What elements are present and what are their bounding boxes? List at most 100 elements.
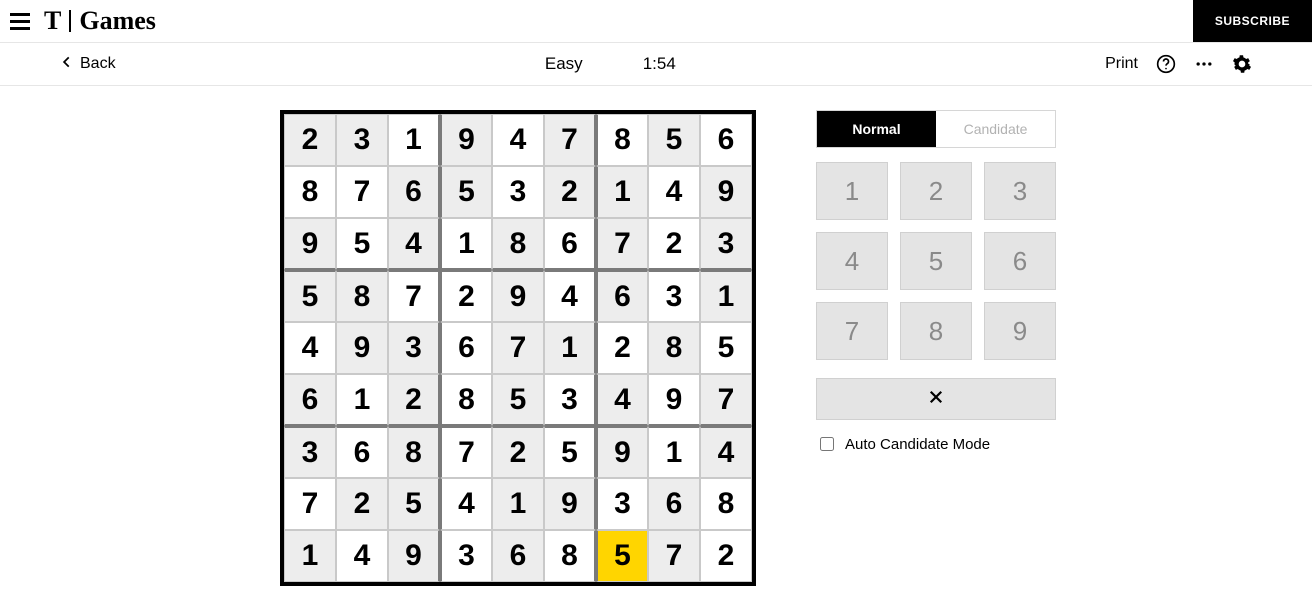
cell-r5-c1[interactable]: 1	[336, 374, 388, 426]
cell-r6-c7[interactable]: 1	[648, 426, 700, 478]
cell-r7-c0[interactable]: 7	[284, 478, 336, 530]
auto-candidate-checkbox[interactable]	[820, 437, 834, 451]
cell-r1-c6[interactable]: 1	[596, 166, 648, 218]
auto-candidate-row[interactable]: Auto Candidate Mode	[816, 434, 1056, 454]
key-8[interactable]: 8	[900, 302, 972, 360]
key-6[interactable]: 6	[984, 232, 1056, 290]
cell-r6-c6[interactable]: 9	[596, 426, 648, 478]
cell-r1-c3[interactable]: 5	[440, 166, 492, 218]
cell-r2-c4[interactable]: 8	[492, 218, 544, 270]
cell-r8-c3[interactable]: 3	[440, 530, 492, 582]
key-9[interactable]: 9	[984, 302, 1056, 360]
cell-r2-c3[interactable]: 1	[440, 218, 492, 270]
cell-r3-c3[interactable]: 2	[440, 270, 492, 322]
cell-r6-c8[interactable]: 4	[700, 426, 752, 478]
key-7[interactable]: 7	[816, 302, 888, 360]
key-clear[interactable]	[816, 378, 1056, 420]
subscribe-button[interactable]: SUBSCRIBE	[1193, 0, 1312, 42]
cell-r7-c6[interactable]: 3	[596, 478, 648, 530]
cell-r4-c7[interactable]: 8	[648, 322, 700, 374]
key-3[interactable]: 3	[984, 162, 1056, 220]
cell-r4-c0[interactable]: 4	[284, 322, 336, 374]
cell-r8-c4[interactable]: 6	[492, 530, 544, 582]
cell-r1-c7[interactable]: 4	[648, 166, 700, 218]
cell-r3-c8[interactable]: 1	[700, 270, 752, 322]
cell-r0-c3[interactable]: 9	[440, 114, 492, 166]
cell-r4-c8[interactable]: 5	[700, 322, 752, 374]
cell-r4-c2[interactable]: 3	[388, 322, 440, 374]
cell-r0-c6[interactable]: 8	[596, 114, 648, 166]
cell-r2-c0[interactable]: 9	[284, 218, 336, 270]
cell-r4-c3[interactable]: 6	[440, 322, 492, 374]
key-5[interactable]: 5	[900, 232, 972, 290]
cell-r3-c7[interactable]: 3	[648, 270, 700, 322]
cell-r4-c6[interactable]: 2	[596, 322, 648, 374]
tab-candidate[interactable]: Candidate	[936, 111, 1055, 147]
cell-r2-c6[interactable]: 7	[596, 218, 648, 270]
cell-r2-c5[interactable]: 6	[544, 218, 596, 270]
cell-r6-c1[interactable]: 6	[336, 426, 388, 478]
cell-r5-c2[interactable]: 2	[388, 374, 440, 426]
cell-r3-c0[interactable]: 5	[284, 270, 336, 322]
cell-r8-c0[interactable]: 1	[284, 530, 336, 582]
cell-r1-c4[interactable]: 3	[492, 166, 544, 218]
tab-normal[interactable]: Normal	[817, 111, 936, 147]
cell-r7-c2[interactable]: 5	[388, 478, 440, 530]
cell-r1-c1[interactable]: 7	[336, 166, 388, 218]
menu-icon[interactable]	[6, 9, 34, 34]
cell-r8-c7[interactable]: 7	[648, 530, 700, 582]
cell-r8-c1[interactable]: 4	[336, 530, 388, 582]
cell-r4-c4[interactable]: 7	[492, 322, 544, 374]
cell-r7-c3[interactable]: 4	[440, 478, 492, 530]
cell-r5-c5[interactable]: 3	[544, 374, 596, 426]
cell-r6-c0[interactable]: 3	[284, 426, 336, 478]
cell-r7-c1[interactable]: 2	[336, 478, 388, 530]
back-button[interactable]: Back	[60, 55, 116, 74]
cell-r8-c5[interactable]: 8	[544, 530, 596, 582]
cell-r0-c7[interactable]: 5	[648, 114, 700, 166]
cell-r6-c4[interactable]: 2	[492, 426, 544, 478]
cell-r6-c5[interactable]: 5	[544, 426, 596, 478]
cell-r7-c7[interactable]: 6	[648, 478, 700, 530]
cell-r2-c2[interactable]: 4	[388, 218, 440, 270]
cell-r0-c1[interactable]: 3	[336, 114, 388, 166]
cell-r1-c0[interactable]: 8	[284, 166, 336, 218]
cell-r3-c2[interactable]: 7	[388, 270, 440, 322]
key-2[interactable]: 2	[900, 162, 972, 220]
cell-r2-c1[interactable]: 5	[336, 218, 388, 270]
cell-r5-c6[interactable]: 4	[596, 374, 648, 426]
cell-r3-c6[interactable]: 6	[596, 270, 648, 322]
brand[interactable]: T Games	[44, 6, 156, 36]
cell-r7-c4[interactable]: 1	[492, 478, 544, 530]
cell-r5-c8[interactable]: 7	[700, 374, 752, 426]
cell-r8-c8[interactable]: 2	[700, 530, 752, 582]
key-1[interactable]: 1	[816, 162, 888, 220]
cell-r0-c2[interactable]: 1	[388, 114, 440, 166]
print-button[interactable]: Print	[1105, 55, 1138, 73]
cell-r0-c5[interactable]: 7	[544, 114, 596, 166]
cell-r0-c8[interactable]: 6	[700, 114, 752, 166]
cell-r8-c2[interactable]: 9	[388, 530, 440, 582]
cell-r8-c6[interactable]: 5	[596, 530, 648, 582]
cell-r1-c8[interactable]: 9	[700, 166, 752, 218]
cell-r4-c1[interactable]: 9	[336, 322, 388, 374]
cell-r2-c8[interactable]: 3	[700, 218, 752, 270]
cell-r5-c3[interactable]: 8	[440, 374, 492, 426]
cell-r0-c4[interactable]: 4	[492, 114, 544, 166]
cell-r4-c5[interactable]: 1	[544, 322, 596, 374]
cell-r1-c5[interactable]: 2	[544, 166, 596, 218]
cell-r7-c5[interactable]: 9	[544, 478, 596, 530]
cell-r6-c2[interactable]: 8	[388, 426, 440, 478]
cell-r3-c5[interactable]: 4	[544, 270, 596, 322]
cell-r6-c3[interactable]: 7	[440, 426, 492, 478]
cell-r3-c1[interactable]: 8	[336, 270, 388, 322]
cell-r7-c8[interactable]: 8	[700, 478, 752, 530]
cell-r5-c0[interactable]: 6	[284, 374, 336, 426]
cell-r1-c2[interactable]: 6	[388, 166, 440, 218]
key-4[interactable]: 4	[816, 232, 888, 290]
cell-r0-c0[interactable]: 2	[284, 114, 336, 166]
gear-icon[interactable]	[1232, 54, 1252, 74]
cell-r5-c7[interactable]: 9	[648, 374, 700, 426]
cell-r2-c7[interactable]: 2	[648, 218, 700, 270]
cell-r5-c4[interactable]: 5	[492, 374, 544, 426]
